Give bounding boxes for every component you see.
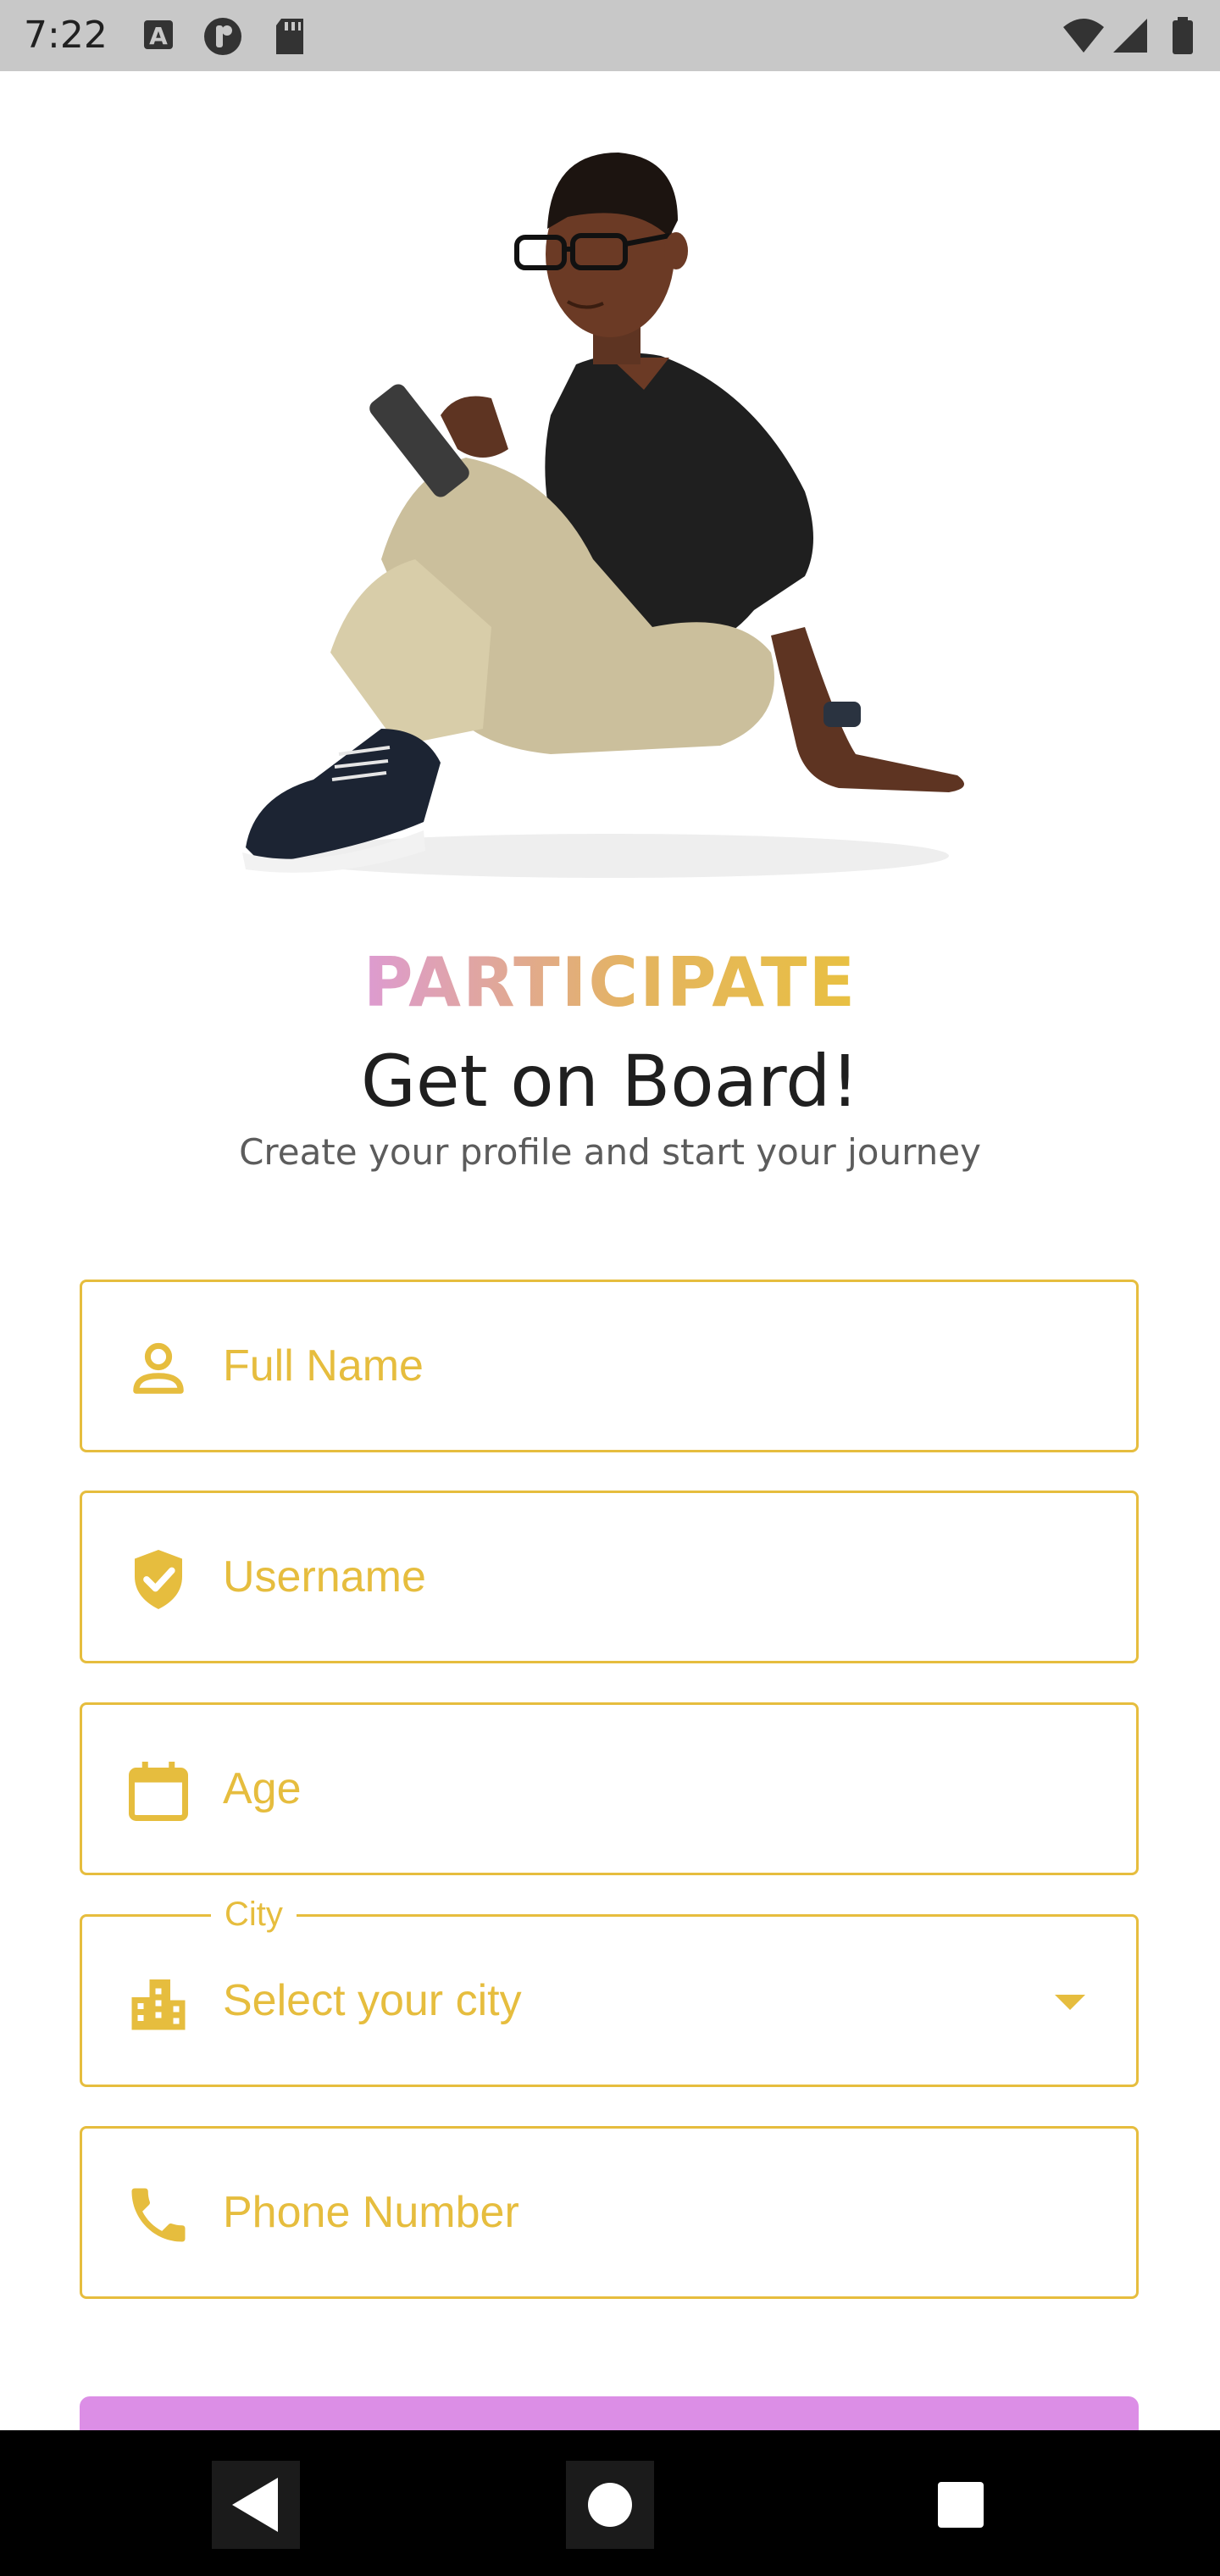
calendar-icon [129,1762,188,1821]
username-placeholder: Username [223,1552,426,1602]
chevron-down-icon[interactable] [1051,1985,1089,2018]
a-icon: A [144,20,173,50]
city-dropdown[interactable]: City Select your city [80,1893,1139,2087]
eyebrow-title: PARTICIPATE [0,941,1220,1025]
podcast-icon [204,18,241,55]
person-icon [133,1342,184,1394]
header-block: PARTICIPATE Get on Board! Create your pr… [0,941,1220,1178]
status-bar: 7:22 A [0,0,1220,71]
phone-field[interactable]: Phone Number [80,2126,1139,2299]
wifi-icon [1063,19,1104,53]
hero-illustration [242,153,964,878]
phone-placeholder: Phone Number [223,2188,519,2237]
back-icon[interactable] [212,2461,300,2549]
home-icon[interactable] [566,2461,654,2549]
phone-icon [131,2188,186,2242]
signal-icon [1113,19,1147,53]
username-field[interactable]: Username [80,1491,1139,1663]
svg-text:A: A [149,22,168,50]
battery-icon [1173,17,1193,54]
city-icon [131,1979,186,2030]
recents-icon[interactable] [917,2461,1005,2549]
page-title: Get on Board! [360,1040,860,1123]
sd-card-icon [276,19,303,54]
age-field[interactable]: Age [80,1702,1139,1875]
page-subtitle: Create your profile and start your journ… [239,1131,981,1173]
full-name-field[interactable]: Full Name [80,1280,1139,1452]
status-time: 7:22 [24,14,108,57]
city-select-value: Select your city [223,1976,522,2025]
age-placeholder: Age [223,1764,302,1813]
verified-shield-icon [135,1550,182,1609]
navigation-bar [0,2430,1220,2576]
full-name-placeholder: Full Name [223,1341,424,1391]
